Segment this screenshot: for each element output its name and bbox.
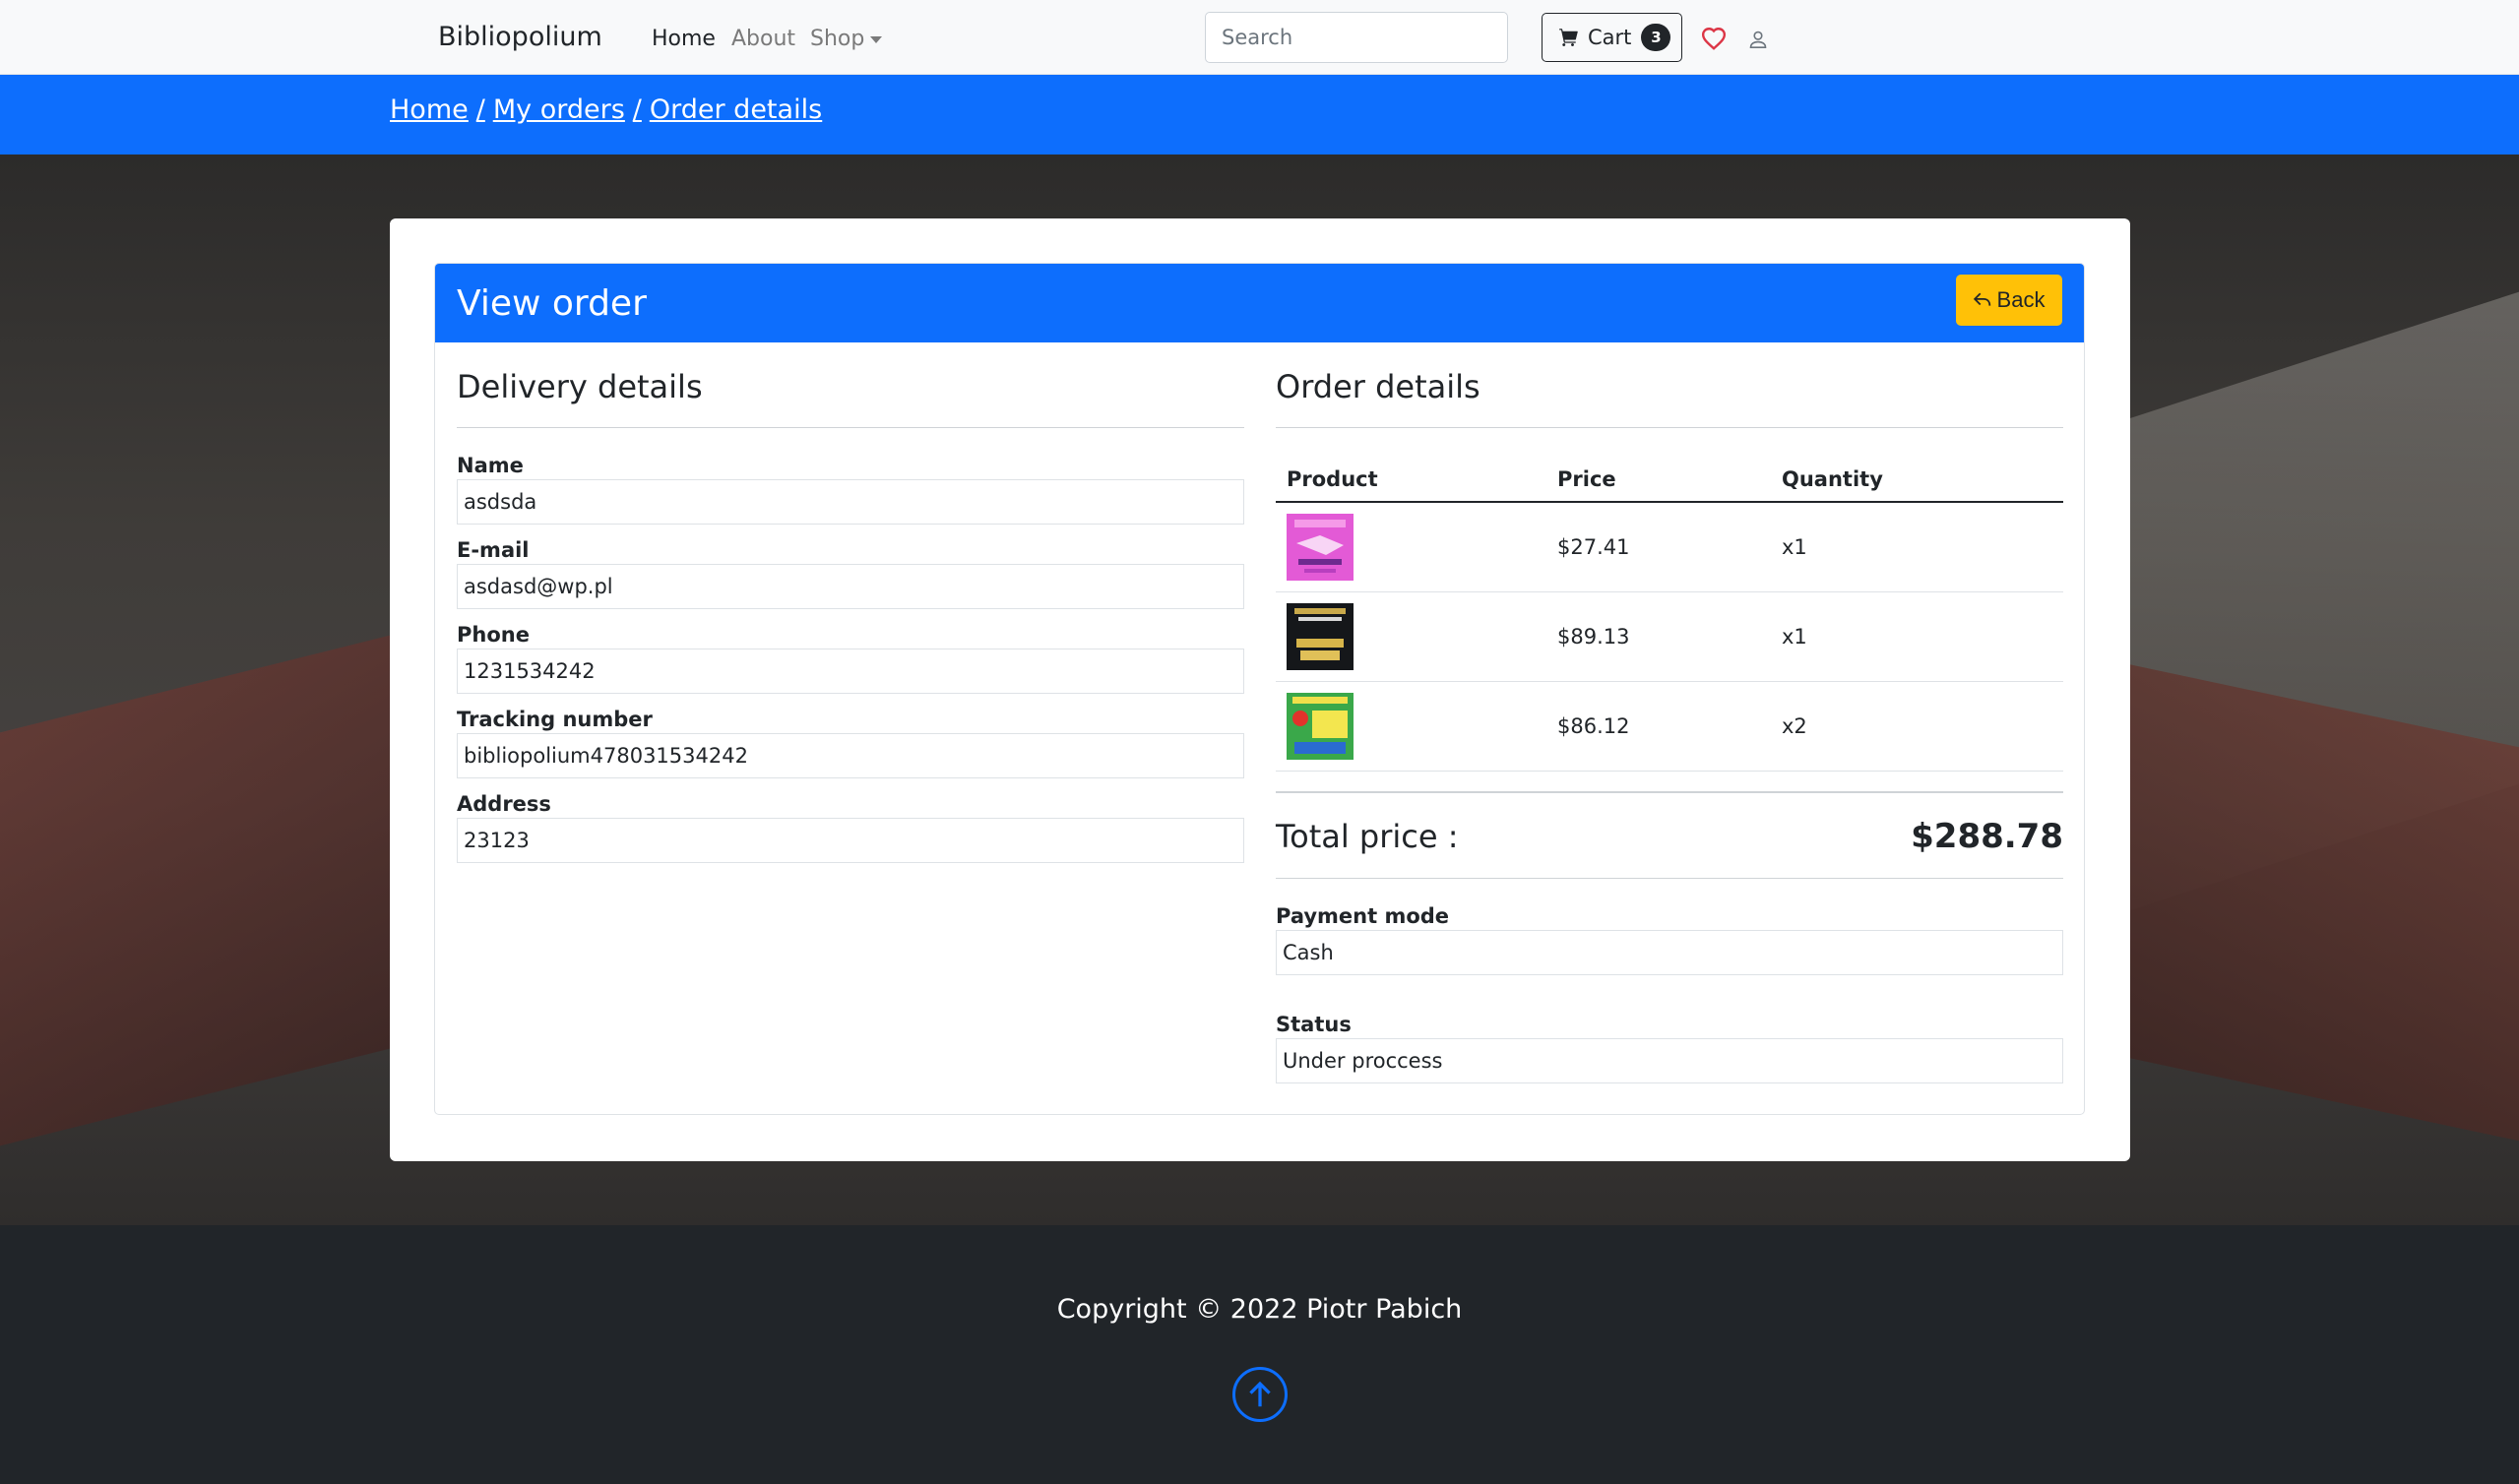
nav-shop-label: Shop: [810, 27, 865, 51]
arrow-up-icon: [1249, 1381, 1271, 1407]
breadcrumb-separator: /: [632, 94, 642, 125]
quantity-cell: x1: [1771, 502, 2063, 592]
breadcrumb-orders[interactable]: My orders: [493, 94, 625, 125]
breadcrumb-order-details[interactable]: Order details: [650, 94, 822, 125]
status-label: Status: [1276, 1012, 1352, 1036]
page-title: View order: [457, 283, 647, 324]
reply-arrow-icon: [1973, 292, 1990, 306]
address-field: 23123: [457, 818, 1244, 863]
phone-field: 1231534242: [457, 649, 1244, 694]
total-price-row: Total price : $288.78: [1276, 790, 2063, 879]
delivery-details-section: Delivery details Name asdsda E-mail asda…: [457, 342, 1244, 863]
table-row: $89.13 x1: [1276, 591, 2063, 682]
cart-button[interactable]: Cart 3: [1542, 13, 1682, 62]
product-cell: [1276, 502, 1546, 592]
back-button[interactable]: Back: [1956, 275, 2062, 326]
order-details-section: Order details Product Price Quantity $27…: [1276, 342, 2063, 1083]
order-panel: View order Back Delivery details Name as…: [434, 263, 2085, 1115]
quantity-cell: x1: [1771, 591, 2063, 682]
product-cell: [1276, 591, 1546, 682]
heart-icon[interactable]: [1701, 27, 1727, 50]
delivery-details-title: Delivery details: [457, 368, 1244, 428]
price-cell: $89.13: [1546, 591, 1771, 682]
table-row: $27.41 x1: [1276, 502, 2063, 592]
footer: Copyright © 2022 Piotr Pabich: [0, 1225, 2519, 1484]
tracking-number-label: Tracking number: [457, 708, 653, 731]
nav-about[interactable]: About: [731, 27, 795, 51]
dark-book-cover-icon[interactable]: [1287, 602, 1354, 670]
cart-label: Cart: [1588, 26, 1632, 49]
cart-count-badge: 3: [1641, 24, 1671, 51]
email-label: E-mail: [457, 538, 530, 562]
column-header-product: Product: [1276, 458, 1546, 503]
navbar: Bibliopolium Home About Shop Cart 3: [0, 0, 2519, 75]
email-field: asdasd@wp.pl: [457, 564, 1244, 609]
name-field: asdsda: [457, 479, 1244, 525]
breadcrumb: Home / My orders / Order details: [390, 94, 822, 125]
column-header-quantity: Quantity: [1771, 458, 2063, 503]
price-cell: $86.12: [1546, 681, 1771, 772]
card-header: View order Back: [435, 264, 2084, 342]
address-label: Address: [457, 792, 551, 816]
nav-shop-dropdown[interactable]: Shop: [810, 27, 883, 51]
name-label: Name: [457, 454, 524, 477]
order-details-title: Order details: [1276, 368, 2063, 428]
tracking-number-field: bibliopolium478031534242: [457, 733, 1244, 778]
scroll-to-top-button[interactable]: [1232, 1367, 1288, 1422]
total-price-label: Total price :: [1276, 817, 1459, 855]
nav-home[interactable]: Home: [652, 27, 716, 51]
breadcrumb-separator: /: [475, 94, 485, 125]
copyright-text: Copyright © 2022 Piotr Pabich: [1056, 1294, 1463, 1325]
payment-mode-field: Cash: [1276, 929, 2063, 975]
total-price-value: $288.78: [1911, 816, 2063, 856]
product-cell: [1276, 681, 1546, 772]
payment-mode-label: Payment mode: [1276, 903, 1450, 928]
status-field: Under proccess: [1276, 1037, 2063, 1083]
order-card: View order Back Delivery details Name as…: [390, 218, 2130, 1161]
search-input[interactable]: [1205, 12, 1508, 63]
order-items-table: Product Price Quantity $27.41 x1 $89.13 …: [1276, 458, 2063, 772]
user-icon[interactable]: [1748, 30, 1768, 49]
breadcrumb-bar: Home / My orders / Order details: [0, 75, 2519, 155]
table-row: $86.12 x2: [1276, 681, 2063, 772]
phone-label: Phone: [457, 623, 530, 647]
column-header-price: Price: [1546, 458, 1771, 503]
quantity-cell: x2: [1771, 681, 2063, 772]
green-book-cover-icon[interactable]: [1287, 692, 1354, 760]
price-cell: $27.41: [1546, 502, 1771, 592]
back-label: Back: [1996, 287, 2046, 312]
chevron-down-icon: [870, 35, 883, 43]
pink-book-cover-icon[interactable]: [1287, 513, 1354, 581]
cart-icon: [1559, 29, 1578, 46]
brand-logo[interactable]: Bibliopolium: [438, 22, 602, 52]
breadcrumb-home[interactable]: Home: [390, 94, 469, 125]
